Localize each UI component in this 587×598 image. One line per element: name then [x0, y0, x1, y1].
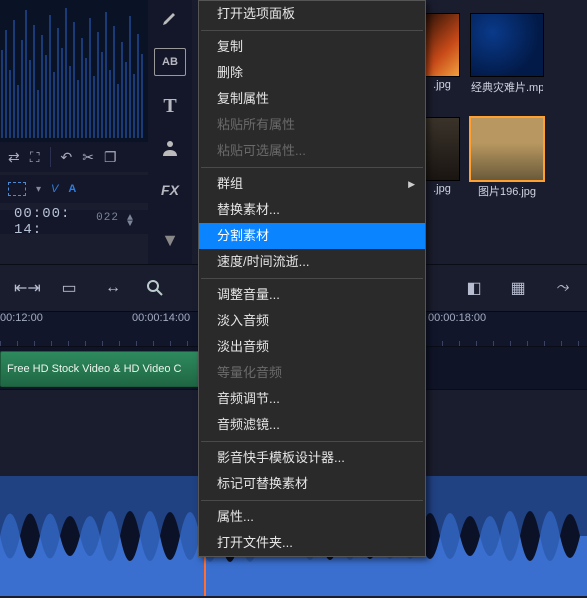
layout-icon[interactable]: ◧: [463, 278, 485, 298]
ab-icon[interactable]: AB: [154, 48, 186, 76]
thumb-image: [471, 118, 543, 180]
text-icon[interactable]: T: [157, 94, 183, 118]
preview-waveform-panel: [0, 0, 148, 142]
thumb-caption: .jpg: [425, 183, 459, 195]
zoom-icon[interactable]: [146, 279, 168, 297]
swap-icon[interactable]: ⇄: [8, 149, 20, 166]
menu-separator: [201, 500, 423, 501]
category-sidebar: AB T FX ▼: [148, 0, 192, 266]
fullscreen-icon[interactable]: ⛶: [30, 149, 40, 166]
thumb-image: [425, 14, 459, 76]
menu-separator: [201, 441, 423, 442]
video-marker[interactable]: V: [51, 183, 58, 195]
timecode-frames: 022: [96, 212, 119, 224]
menu-item[interactable]: 群组: [199, 171, 425, 197]
menu-item[interactable]: 淡出音频: [199, 334, 425, 360]
grid-icon[interactable]: ▦: [507, 278, 529, 298]
menu-item[interactable]: 淡入音频: [199, 308, 425, 334]
menu-item: 粘贴可选属性...: [199, 138, 425, 164]
menu-item[interactable]: 属性...: [199, 504, 425, 530]
menu-item: 粘贴所有属性: [199, 112, 425, 138]
fit-width-icon[interactable]: ↔: [102, 279, 124, 297]
thumbnail-selected[interactable]: 图片196.jpg: [471, 118, 543, 199]
preview-toolbar: ⇄ ⛶ ↶ ✂ ❐: [0, 142, 148, 172]
thumb-caption: 图片196.jpg: [471, 183, 543, 199]
thumb-caption: 经典灾难片.mp4: [471, 79, 543, 95]
menu-item[interactable]: 复制: [199, 34, 425, 60]
undo-icon[interactable]: ↶: [61, 149, 73, 166]
paste-icon[interactable]: ❐: [104, 149, 117, 166]
menu-item[interactable]: 标记可替换素材: [199, 471, 425, 497]
media-gallery: Sample_Lake.m… .jpg 经典灾难片.mp4 .jpg 图片196…: [425, 0, 587, 260]
ruler-label: 00:12:00: [0, 312, 43, 324]
thumbnail[interactable]: .jpg: [425, 14, 459, 91]
ruler-label: 00:00:14:00: [132, 312, 190, 324]
fit-start-icon[interactable]: ⇤⇥: [14, 278, 36, 298]
context-menu: 打开选项面板复制删除复制属性粘贴所有属性粘贴可选属性... 群组替换素材...分割…: [198, 0, 426, 557]
thumbnail[interactable]: 经典灾难片.mp4: [471, 14, 543, 95]
marker-range-icon[interactable]: [8, 182, 26, 196]
menu-separator: [201, 278, 423, 279]
menu-item[interactable]: 分割素材: [199, 223, 425, 249]
menu-separator: [201, 30, 423, 31]
menu-item[interactable]: 复制属性: [199, 86, 425, 112]
marker-row: ▾ V A: [0, 175, 148, 203]
pen-icon[interactable]: [157, 6, 183, 30]
frame-icon[interactable]: ▭: [58, 278, 80, 298]
thumb-image: [425, 118, 459, 180]
thumb-image: [471, 14, 543, 76]
menu-item[interactable]: 音频滤镜...: [199, 412, 425, 438]
timecode-display[interactable]: 00:00: 14: 022 ▲▼: [0, 210, 148, 234]
menu-item[interactable]: 打开选项面板: [199, 1, 425, 27]
expand-down-icon[interactable]: ▼: [157, 228, 183, 252]
menu-item[interactable]: 速度/时间流逝...: [199, 249, 425, 275]
menu-item[interactable]: 打开文件夹...: [199, 530, 425, 556]
thumb-caption: .jpg: [425, 79, 459, 91]
video-clip[interactable]: Free HD Stock Video & HD Video C: [0, 351, 224, 387]
menu-item[interactable]: 音频调节...: [199, 386, 425, 412]
separator: [50, 147, 51, 167]
ruler-label: 00:00:18:00: [428, 312, 486, 324]
audio-marker[interactable]: A: [68, 183, 76, 195]
timecode-main: 00:00: 14:: [14, 206, 94, 238]
run-icon[interactable]: ⤳: [551, 279, 573, 297]
timecode-stepper-icon[interactable]: ▲▼: [127, 216, 134, 228]
thumbnail[interactable]: .jpg: [425, 118, 459, 195]
person-icon[interactable]: [157, 136, 183, 160]
waveform-icon: [0, 0, 148, 142]
menu-item[interactable]: 调整音量...: [199, 282, 425, 308]
menu-item: 等量化音频: [199, 360, 425, 386]
dropdown-icon[interactable]: ▾: [36, 184, 41, 195]
menu-separator: [201, 167, 423, 168]
menu-item[interactable]: 删除: [199, 60, 425, 86]
menu-item[interactable]: 影音快手模板设计器...: [199, 445, 425, 471]
fx-icon[interactable]: FX: [157, 178, 183, 202]
cut-icon[interactable]: ✂: [82, 149, 94, 166]
menu-item[interactable]: 替换素材...: [199, 197, 425, 223]
